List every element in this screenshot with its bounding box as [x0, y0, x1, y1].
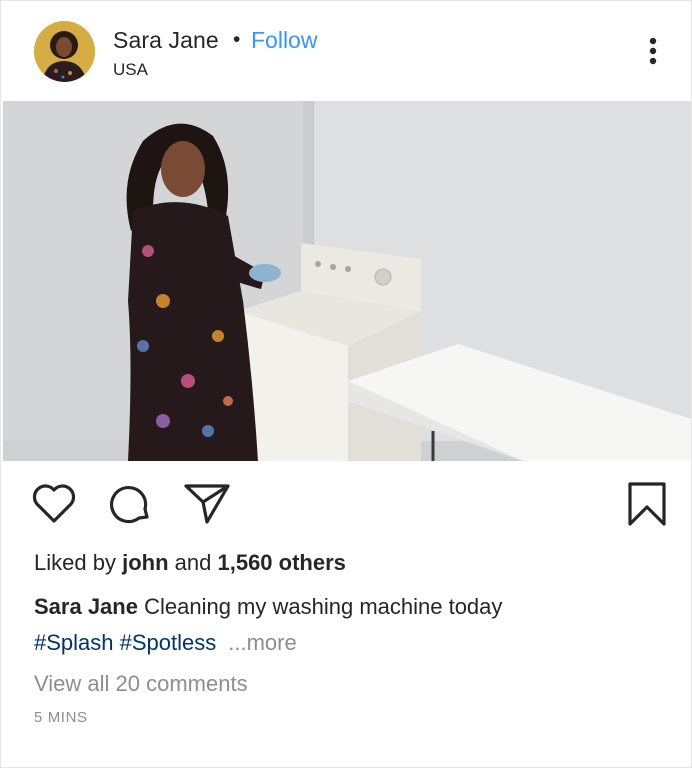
bookmark-icon[interactable] — [627, 481, 667, 527]
liked-by-user[interactable]: john — [122, 550, 168, 575]
hashtag-link[interactable]: #Splash — [34, 630, 114, 655]
separator-dot: • — [233, 28, 241, 51]
instagram-post: Sara Jane • Follow USA Liked by john and… — [0, 0, 692, 768]
caption: Sara Jane Cleaning my washing machine to… — [34, 594, 502, 620]
heart-icon[interactable] — [31, 481, 77, 525]
paper-plane-icon[interactable] — [183, 481, 231, 525]
more-vertical-icon[interactable] — [643, 36, 663, 66]
post-photo[interactable] — [3, 101, 691, 461]
caption-username[interactable]: Sara Jane — [34, 594, 138, 619]
comment-bubble-icon[interactable] — [107, 481, 153, 527]
username[interactable]: Sara Jane — [113, 27, 219, 54]
hashtags: #Splash #Spotless ...more — [34, 630, 297, 656]
follow-button[interactable]: Follow — [251, 27, 317, 54]
likes-line: Liked by john and 1,560 others — [34, 550, 346, 576]
hashtag-link[interactable]: #Spotless — [120, 630, 217, 655]
more-link[interactable]: ...more — [228, 630, 296, 655]
avatar[interactable] — [34, 21, 95, 82]
location[interactable]: USA — [113, 60, 148, 80]
timestamp: 5 MINS — [34, 709, 88, 726]
likes-and: and — [174, 550, 212, 575]
likes-count[interactable]: 1,560 others — [217, 550, 345, 575]
likes-prefix: Liked by — [34, 550, 116, 575]
action-bar — [1, 481, 692, 531]
post-header: Sara Jane • Follow USA — [1, 1, 692, 101]
caption-text: Cleaning my washing machine today — [144, 594, 503, 619]
view-comments-link[interactable]: View all 20 comments — [34, 671, 248, 697]
